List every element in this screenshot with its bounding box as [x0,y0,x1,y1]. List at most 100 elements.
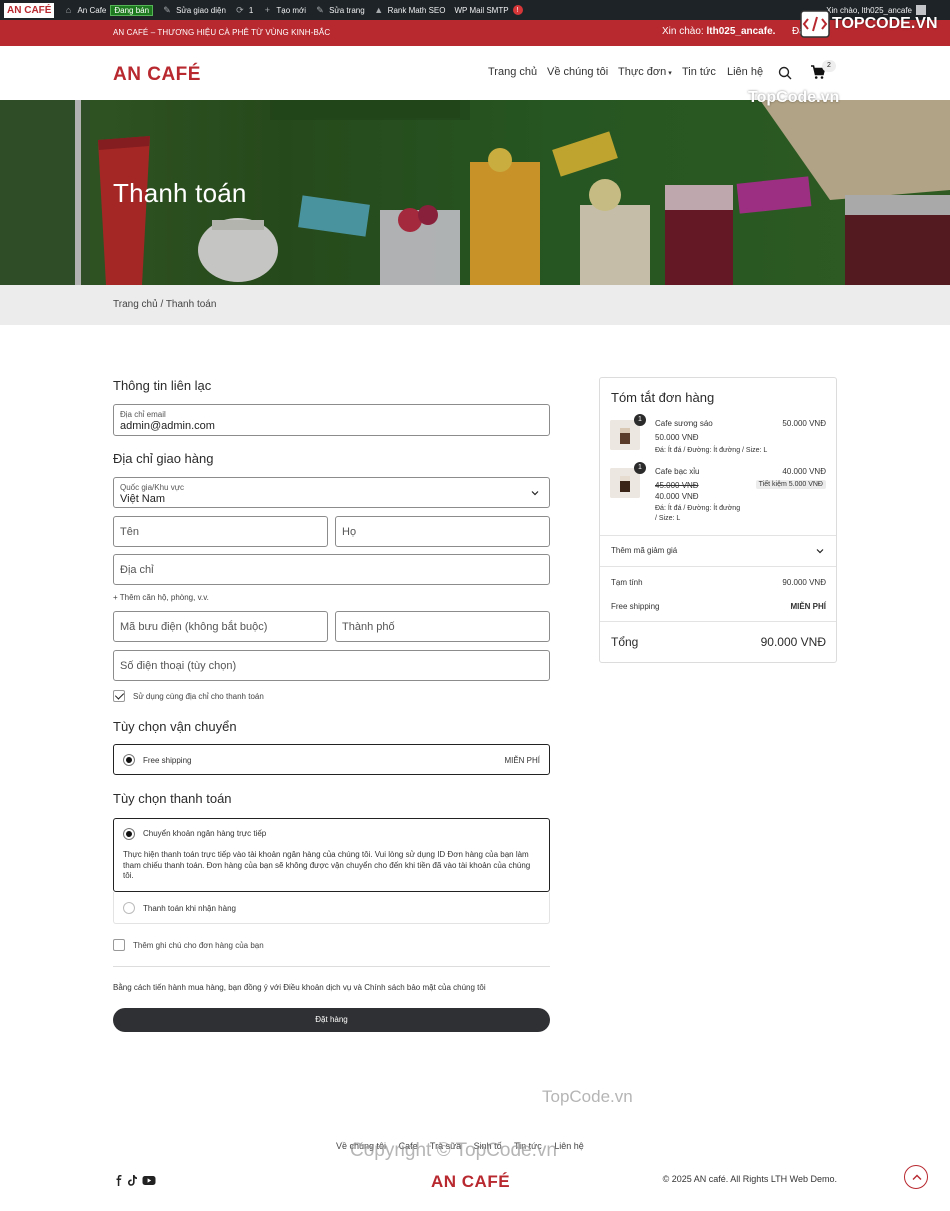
city-field[interactable]: Thành phố [335,611,550,642]
item-qty-badge: 1 [634,414,646,426]
order-note-checkbox[interactable] [113,939,125,951]
same-billing-label: Sử dụng cùng địa chỉ cho thanh toán [133,692,264,701]
summary-title: Tóm tắt đơn hàng [611,390,715,405]
admin-logo[interactable]: AN CAFÉ [4,2,55,18]
admin-rank-math-label: Rank Math SEO [387,5,446,15]
breadcrumb-bar: Trang chủ / Thanh toán [0,285,950,325]
place-order-button[interactable]: Đặt hàng [113,1008,550,1032]
item-name: Cafe sương sáo [655,419,713,428]
bank-transfer-label: Chuyển khoản ngân hàng trực tiếp [143,829,267,838]
chevron-up-icon [912,1174,922,1180]
divider [600,566,836,567]
cod-label: Thanh toán khi nhận hàng [143,904,236,913]
coupon-label: Thêm mã giảm giá [611,546,678,555]
item-meta: Đá: Ít đá / Đường: Ít đường / Size: L [655,447,768,454]
payment-option-cod[interactable]: Thanh toán khi nhận hàng [113,892,550,924]
admin-site-link[interactable]: ⌂ An Cafe Đang bán [63,4,154,16]
country-select[interactable]: Quốc gia/Khu vực Việt Nam [113,477,550,508]
admin-wp-mail[interactable]: WP Mail SMTP ! [454,5,523,15]
item-unit-price: 50.000 VNĐ [655,433,699,442]
admin-new[interactable]: + Tạo mới [262,5,306,15]
watermark-logo-text: TOPCODE.VN [832,15,938,32]
add-apartment-link[interactable]: + Thêm căn hộ, phòng, v.v. [113,593,209,602]
nav-menu[interactable]: Thực đơn ▾ [618,66,672,78]
order-summary: Tóm tắt đơn hàng 1 Cafe sương sáo 50.000… [599,377,837,663]
admin-site-name: An Cafe [77,5,107,15]
admin-updates-count: 1 [248,5,254,15]
total-value: 90.000 VNĐ [760,635,826,649]
same-billing-checkbox[interactable] [113,690,125,702]
item-old-price: 45.000 VNĐ [655,481,699,490]
tagline: AN CAFÉ – THƯƠNG HIỆU CÀ PHÊ TỪ VÙNG KIN… [113,28,331,37]
footer-link-contact[interactable]: Liên hệ [554,1141,584,1151]
search-icon[interactable] [778,66,792,80]
facebook-icon[interactable] [113,1175,125,1186]
nav-menu-label: Thực đơn [618,66,667,78]
admin-rank-math[interactable]: ▲ Rank Math SEO [374,5,446,15]
site-logo[interactable]: AN CAFÉ [113,64,201,86]
email-field[interactable]: Địa chỉ email admin@admin.com [113,404,550,436]
last-name-field[interactable]: Họ [335,516,550,547]
alert-badge: ! [512,5,523,15]
order-note-label: Thêm ghi chú cho đơn hàng của bạn [133,941,264,950]
breadcrumb: Trang chủ / Thanh toán [113,299,216,310]
savings-badge: Tiết kiệm 5.000 VNĐ [755,480,826,489]
breadcrumb-home[interactable]: Trang chủ [113,299,158,310]
total-label: Tổng [611,635,639,649]
payment-options-title: Tùy chọn thanh toán [113,791,232,806]
terms-text: Bằng cách tiến hành mua hàng, bạn đồng ý… [113,983,486,992]
greeting-prefix: Xin chào: [662,26,704,37]
item-line-total: 50.000 VNĐ [782,419,826,428]
item-meta: / Size: L [655,515,681,522]
breadcrumb-separator: / [160,299,164,310]
shipping-options-title: Tùy chọn vận chuyển [113,719,237,734]
cod-radio[interactable] [123,902,135,914]
phone-field[interactable]: Số điện thoại (tùy chọn) [113,650,550,681]
admin-edit-ui-label: Sửa giao diện [176,5,226,15]
email-label: Địa chỉ email [120,410,166,419]
first-name-field[interactable]: Tên [113,516,328,547]
admin-edit-ui[interactable]: ✎ Sửa giao diện [162,5,226,15]
chevron-down-icon: ▾ [668,70,672,77]
chevron-down-icon [816,549,824,554]
pencil-icon: ✎ [316,5,324,15]
footer-logo[interactable]: AN CAFÉ [431,1172,510,1192]
shipping-option-free[interactable]: Free shipping MIỄN PHÍ [113,744,550,775]
youtube-icon[interactable] [142,1175,156,1186]
nav-home[interactable]: Trang chủ [488,66,537,78]
back-to-top-button[interactable] [904,1165,928,1189]
subtotal-value: 90.000 VNĐ [782,578,826,587]
topcode-watermark-logo: TOPCODE.VN [800,8,938,40]
bank-transfer-radio[interactable] [123,828,135,840]
address-field[interactable]: Địa chỉ [113,554,550,585]
dashboard-icon: ⌂ [65,5,72,15]
postcode-placeholder: Mã bưu điện (không bắt buộc) [120,621,268,633]
address-placeholder: Địa chỉ [120,564,154,576]
topcode-logo-icon [800,10,830,38]
item-line-total: 40.000 VNĐ [782,467,826,476]
shipping-value: MIỄN PHÍ [790,602,826,611]
breadcrumb-current: Thanh toán [165,299,217,310]
divider [600,621,836,622]
tiktok-icon[interactable] [127,1175,139,1186]
nav-about[interactable]: Về chúng tôi [547,66,608,78]
admin-wp-mail-label: WP Mail SMTP [454,5,509,15]
country-value: Việt Nam [120,493,166,505]
coupon-toggle[interactable]: Thêm mã giảm giá [600,536,836,566]
phone-placeholder: Số điện thoại (tùy chọn) [120,660,237,672]
shipping-option-label: Free shipping [143,756,192,765]
payment-option-bank[interactable]: Chuyển khoản ngân hàng trực tiếp Thực hi… [113,818,550,892]
username[interactable]: lth025_ancafe. [706,26,775,37]
subtotal-label: Tạm tính [611,578,643,587]
admin-edit-page[interactable]: ✎ Sửa trang [315,5,364,15]
nav-news[interactable]: Tin tức [682,66,716,78]
nav-contact[interactable]: Liên hệ [727,66,763,78]
site-status-badge: Đang bán [110,4,154,16]
admin-updates[interactable]: ⟳ 1 [235,5,253,15]
postcode-field[interactable]: Mã bưu điện (không bắt buộc) [113,611,328,642]
shipping-radio[interactable] [123,754,135,766]
country-label: Quốc gia/Khu vực [120,483,185,492]
rank-math-icon: ▲ [374,5,384,15]
shipping-label: Free shipping [611,602,660,611]
item-meta: Đá: Ít đá / Đường: Ít đường [655,505,741,512]
